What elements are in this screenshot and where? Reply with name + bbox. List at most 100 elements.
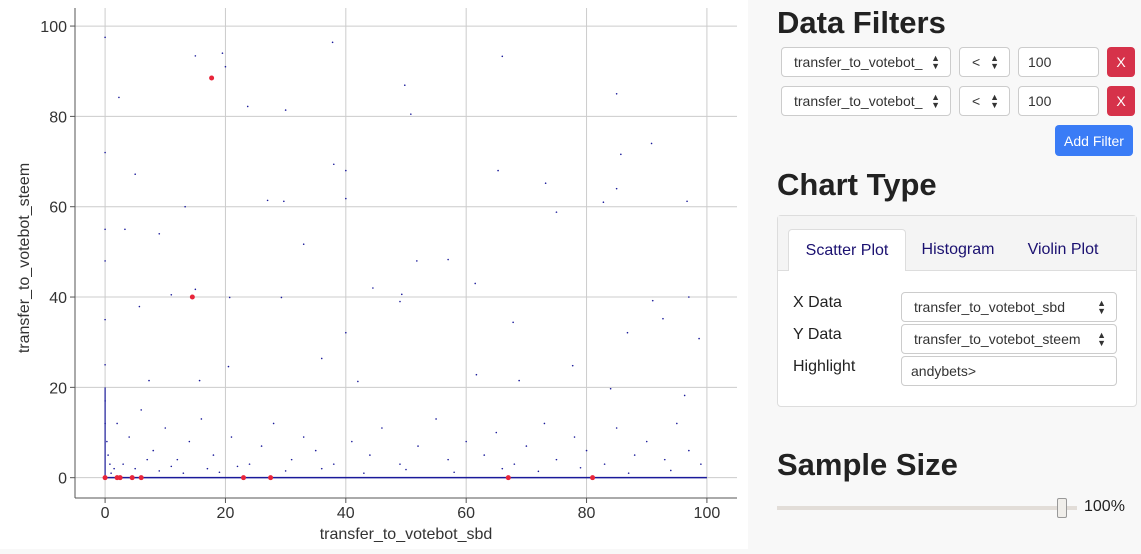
data-point bbox=[194, 55, 197, 57]
tab-violin-plot[interactable]: Violin Plot bbox=[1018, 229, 1108, 270]
tab-histogram[interactable]: Histogram bbox=[908, 229, 1008, 270]
x-tick-label: 0 bbox=[101, 505, 110, 522]
data-point bbox=[475, 373, 478, 376]
chart-type-card: Scatter Plot Histogram Violin Plot X Dat… bbox=[777, 215, 1137, 407]
data-point bbox=[417, 445, 419, 447]
data-point bbox=[351, 440, 353, 443]
highlight-point bbox=[102, 475, 108, 481]
data-point bbox=[626, 331, 629, 334]
data-point bbox=[400, 293, 403, 296]
data-point bbox=[698, 337, 700, 340]
data-point bbox=[688, 296, 690, 298]
filter-field-value: transfer_to_votebot_ bbox=[794, 93, 923, 109]
data-point bbox=[272, 422, 275, 425]
data-point bbox=[579, 466, 582, 469]
sample-size-slider-handle[interactable] bbox=[1057, 498, 1067, 518]
data-point bbox=[116, 422, 118, 425]
data-point bbox=[332, 163, 335, 166]
filter-row: transfer_to_votebot_ ▲ ▼ < ▲ ▼ 100 X bbox=[781, 47, 1137, 77]
data-point bbox=[543, 422, 546, 425]
x-data-select[interactable]: transfer_to_votebot_sbd ▲ ▼ bbox=[901, 292, 1117, 322]
y-data-select[interactable]: transfer_to_votebot_steem ▲ ▼ bbox=[901, 324, 1117, 354]
data-point bbox=[104, 36, 106, 39]
data-point bbox=[104, 422, 106, 425]
data-point bbox=[122, 463, 124, 465]
data-point bbox=[331, 41, 334, 44]
data-point bbox=[633, 454, 636, 456]
data-point bbox=[435, 418, 437, 420]
data-point bbox=[670, 469, 672, 472]
filter-row: transfer_to_votebot_ ▲ ▼ < ▲ ▼ 100 X bbox=[781, 86, 1137, 116]
data-point bbox=[512, 321, 514, 324]
filter-op-value: < bbox=[972, 54, 981, 70]
data-point bbox=[602, 201, 605, 203]
data-point bbox=[230, 436, 233, 438]
data-point bbox=[501, 467, 504, 470]
data-point bbox=[683, 394, 686, 397]
data-point bbox=[645, 440, 648, 443]
sample-size-slider-track[interactable] bbox=[777, 506, 1077, 510]
data-point bbox=[200, 418, 203, 420]
data-point bbox=[416, 260, 418, 262]
data-point bbox=[474, 282, 477, 285]
select-arrows-icon: ▲ ▼ bbox=[990, 92, 999, 110]
data-point bbox=[357, 380, 359, 383]
data-point bbox=[615, 427, 618, 429]
highlight-input[interactable]: andybets> bbox=[901, 356, 1117, 386]
highlight-point bbox=[590, 475, 596, 481]
select-arrows-icon: ▲ ▼ bbox=[1097, 330, 1106, 348]
sample-size-value: 100% bbox=[1084, 498, 1125, 515]
filter-operator-select[interactable]: < ▲ ▼ bbox=[959, 86, 1010, 116]
filter-value-input[interactable]: 100 bbox=[1018, 86, 1099, 116]
data-point bbox=[221, 52, 224, 54]
data-point bbox=[483, 454, 486, 456]
data-filters-title: Data Filters bbox=[777, 5, 946, 40]
y-axis-label: transfer_to_votebot_steem bbox=[16, 163, 33, 353]
y-tick-label: 40 bbox=[49, 290, 67, 307]
data-point bbox=[525, 445, 528, 447]
data-point bbox=[501, 55, 504, 58]
data-point bbox=[236, 465, 239, 468]
highlight-point bbox=[241, 475, 247, 481]
y-tick-label: 20 bbox=[49, 380, 67, 397]
highlight-label: Highlight bbox=[793, 358, 856, 375]
scatter-plot-svg: 0 20 40 60 80 100 0 20 40 60 80 100 transfer_to_vot… bbox=[16, 8, 737, 543]
data-point bbox=[615, 93, 618, 95]
add-filter-button[interactable]: Add Filter bbox=[1055, 125, 1133, 156]
data-point bbox=[686, 200, 688, 203]
data-point bbox=[555, 211, 558, 213]
filter-value-input[interactable]: 100 bbox=[1018, 47, 1099, 77]
x-data-label: X Data bbox=[793, 294, 842, 311]
y-tick-label: 0 bbox=[58, 471, 67, 488]
data-point bbox=[198, 379, 201, 382]
filter-field-select[interactable]: transfer_to_votebot_ ▲ ▼ bbox=[781, 86, 951, 116]
data-point bbox=[495, 431, 498, 434]
data-point bbox=[283, 200, 285, 203]
data-point bbox=[104, 228, 106, 231]
data-point bbox=[118, 96, 120, 99]
data-point bbox=[228, 296, 231, 299]
data-point bbox=[363, 472, 365, 474]
data-point bbox=[663, 458, 666, 461]
data-point bbox=[170, 293, 173, 296]
highlight-point bbox=[505, 475, 511, 481]
remove-filter-button[interactable]: X bbox=[1107, 47, 1135, 77]
data-point bbox=[280, 296, 283, 299]
data-point bbox=[465, 440, 467, 443]
filter-operator-select[interactable]: < ▲ ▼ bbox=[959, 47, 1010, 77]
data-point bbox=[650, 142, 653, 145]
data-point bbox=[399, 300, 401, 303]
data-point bbox=[134, 173, 136, 175]
remove-filter-button[interactable]: X bbox=[1107, 86, 1135, 116]
data-point bbox=[585, 449, 588, 452]
data-point bbox=[381, 427, 383, 429]
tab-scatter-plot[interactable]: Scatter Plot bbox=[788, 229, 906, 271]
data-point bbox=[620, 153, 622, 156]
data-point bbox=[109, 463, 111, 465]
sample-size-control: 100% bbox=[777, 493, 1137, 523]
select-arrows-icon: ▲ ▼ bbox=[990, 53, 999, 71]
filter-field-select[interactable]: transfer_to_votebot_ ▲ ▼ bbox=[781, 47, 951, 77]
data-point bbox=[146, 458, 149, 461]
data-point bbox=[158, 233, 161, 235]
highlight-point bbox=[138, 475, 144, 481]
